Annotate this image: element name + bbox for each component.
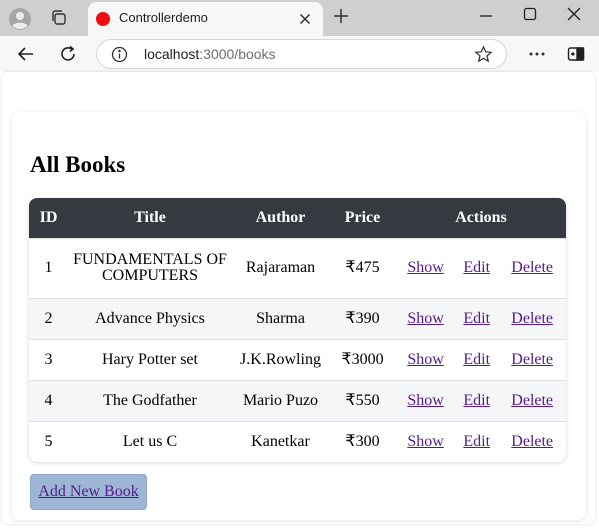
cell-price: ₹3000 <box>329 338 396 380</box>
cell-author: Sharma <box>232 297 329 339</box>
back-arrow-icon[interactable] <box>15 43 37 65</box>
edit-link[interactable]: Edit <box>463 433 490 450</box>
more-icon[interactable] <box>527 44 547 64</box>
info-icon[interactable] <box>111 46 128 63</box>
cell-edit: Edit <box>455 237 499 298</box>
cell-edit: Edit <box>455 338 499 380</box>
maximize-icon[interactable] <box>522 6 538 22</box>
cell-title: The Godfather <box>68 379 232 421</box>
cell-title: FUNDAMENTALS OF COMPUTERS <box>68 237 232 298</box>
cell-author: Kanetkar <box>232 420 329 462</box>
tab-title: Controllerdemo <box>119 10 208 25</box>
table-row: 3 Hary Potter set J.K.Rowling ₹3000 Show… <box>29 338 566 380</box>
cell-title: Hary Potter set <box>68 338 232 380</box>
cell-show: Show <box>396 237 456 298</box>
table-row: 1 FUNDAMENTALS OF COMPUTERS Rajaraman ₹4… <box>29 237 566 298</box>
address-bar[interactable]: localhost:3000/books <box>96 39 507 69</box>
cell-price: ₹300 <box>329 420 396 462</box>
delete-link[interactable]: Delete <box>511 259 553 276</box>
sidebar-icon[interactable] <box>566 44 586 64</box>
header-title: Title <box>68 198 232 238</box>
show-link[interactable]: Show <box>407 392 443 409</box>
header-price: Price <box>329 198 396 238</box>
cell-author: J.K.Rowling <box>232 338 329 380</box>
edit-link[interactable]: Edit <box>463 392 490 409</box>
table-row: 2 Advance Physics Sharma ₹390 Show Edit … <box>29 297 566 339</box>
cell-edit: Edit <box>455 420 499 462</box>
edit-link[interactable]: Edit <box>463 351 490 368</box>
close-icon[interactable] <box>297 11 313 27</box>
show-link[interactable]: Show <box>407 259 443 276</box>
active-tab[interactable]: Controllerdemo <box>88 2 323 36</box>
show-link[interactable]: Show <box>407 310 443 327</box>
cell-price: ₹390 <box>329 297 396 339</box>
url-host: localhost <box>144 46 200 62</box>
cell-edit: Edit <box>455 379 499 421</box>
header-id: ID <box>29 198 68 238</box>
delete-link[interactable]: Delete <box>511 433 553 450</box>
header-actions: Actions <box>396 198 566 238</box>
cell-id: 4 <box>29 379 68 421</box>
cell-title: Let us C <box>68 420 232 462</box>
table-header-row: ID Title Author Price Actions <box>29 198 566 238</box>
page-title: All Books <box>30 152 126 177</box>
cell-price: ₹475 <box>329 237 396 298</box>
minimize-icon[interactable] <box>478 8 494 24</box>
cell-id: 2 <box>29 297 68 339</box>
delete-link[interactable]: Delete <box>511 310 553 327</box>
show-link[interactable]: Show <box>407 351 443 368</box>
cell-author: Rajaraman <box>232 237 329 298</box>
books-card: All Books ID Title Author Price Actions … <box>12 112 586 520</box>
cell-delete: Delete <box>498 420 566 462</box>
profile-icon[interactable] <box>8 7 32 31</box>
cell-delete: Delete <box>498 237 566 298</box>
cell-delete: Delete <box>498 379 566 421</box>
page-viewport: All Books ID Title Author Price Actions … <box>2 72 595 524</box>
table-row: 5 Let us C Kanetkar ₹300 Show Edit Delet… <box>29 420 566 462</box>
cell-id: 5 <box>29 420 68 462</box>
cell-title: Advance Physics <box>68 297 232 339</box>
cell-edit: Edit <box>455 297 499 339</box>
refresh-icon[interactable] <box>57 43 79 65</box>
show-link[interactable]: Show <box>407 433 443 450</box>
cell-author: Mario Puzo <box>232 379 329 421</box>
edit-link[interactable]: Edit <box>463 310 490 327</box>
cell-id: 1 <box>29 237 68 298</box>
url-path: :3000/books <box>199 46 276 62</box>
books-table: ID Title Author Price Actions 1 FUNDAMEN… <box>29 198 566 462</box>
star-icon[interactable] <box>474 45 493 64</box>
window-close-icon[interactable] <box>566 6 582 22</box>
cell-delete: Delete <box>498 297 566 339</box>
delete-link[interactable]: Delete <box>511 392 553 409</box>
edit-link[interactable]: Edit <box>463 259 490 276</box>
browser-toolbar: localhost:3000/books <box>0 36 599 72</box>
tab-strip: Controllerdemo <box>0 0 599 36</box>
cell-show: Show <box>396 420 456 462</box>
delete-link[interactable]: Delete <box>511 351 553 368</box>
add-new-book-button[interactable]: Add New Book <box>30 474 147 510</box>
url-text[interactable]: localhost:3000/books <box>144 46 276 62</box>
cell-delete: Delete <box>498 338 566 380</box>
plus-icon[interactable] <box>331 6 351 26</box>
cell-show: Show <box>396 297 456 339</box>
cell-id: 3 <box>29 338 68 380</box>
cell-show: Show <box>396 379 456 421</box>
table-row: 4 The Godfather Mario Puzo ₹550 Show Edi… <box>29 379 566 421</box>
cell-show: Show <box>396 338 456 380</box>
workspaces-icon[interactable] <box>49 8 69 28</box>
cell-price: ₹550 <box>329 379 396 421</box>
favicon-icon <box>96 12 110 26</box>
header-author: Author <box>232 198 329 238</box>
